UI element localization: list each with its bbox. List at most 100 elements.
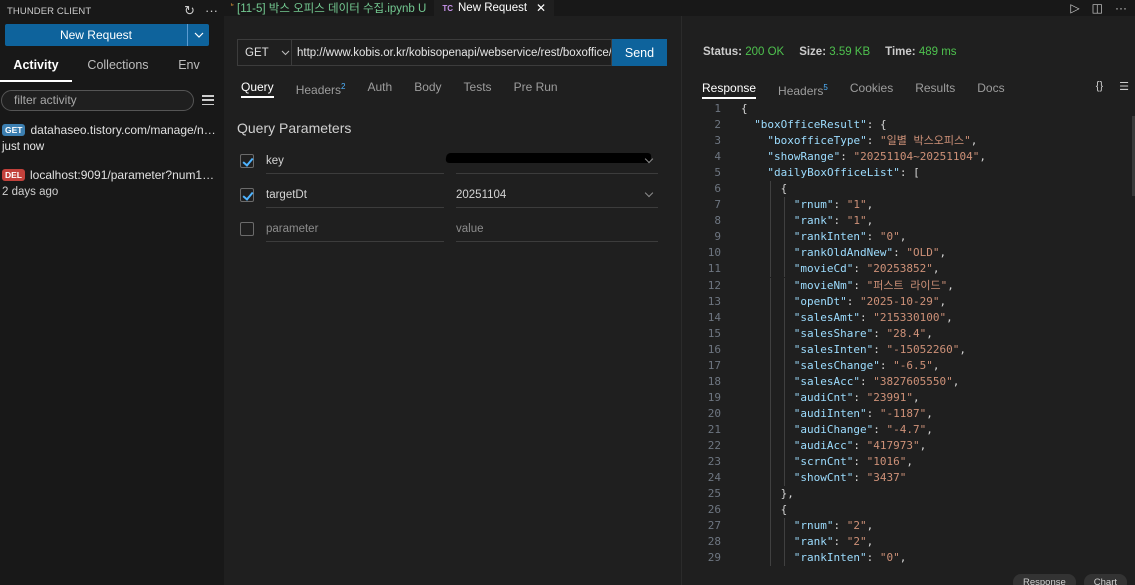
param-value-field[interactable]: 20251104 xyxy=(456,182,658,208)
sidebar-title: THUNDER CLIENT xyxy=(7,5,92,17)
indent-guide xyxy=(770,389,772,406)
response-tab-headers[interactable]: Headers5 xyxy=(778,79,828,99)
json-value: "-1187" xyxy=(879,406,927,420)
line-number: 8 xyxy=(714,214,721,228)
json-key: "movieCd" xyxy=(793,262,854,276)
activity-item[interactable]: GET datahaseo.tistory.com/manage/new... … xyxy=(0,122,224,156)
param-value-field[interactable]: value xyxy=(456,216,658,242)
method-badge-delete: DEL xyxy=(2,169,25,181)
response-body[interactable]: 1{2 "boxOfficeResult": {3 "boxofficeType":… xyxy=(682,101,1135,585)
indent-guide xyxy=(770,550,772,567)
redaction-mark xyxy=(445,153,652,163)
editor-tab-bar: ꙺ [11-5] 박스 오피스 데이터 수집.ipynb U TC New Re… xyxy=(224,0,1135,16)
json-key: "salesShare" xyxy=(793,326,874,340)
more-actions-icon[interactable]: ··· xyxy=(205,3,218,19)
indent-guide xyxy=(783,245,785,262)
status-label: Status: xyxy=(703,46,742,58)
line-number: 10 xyxy=(707,246,721,260)
param-checkbox[interactable] xyxy=(240,154,254,168)
tab-activity[interactable]: Activity xyxy=(0,52,72,82)
response-tab-docs[interactable]: Docs xyxy=(977,79,1004,99)
indent-guide xyxy=(783,389,785,406)
line-number: 25 xyxy=(707,487,721,501)
url-input[interactable] xyxy=(292,39,612,66)
indent-guide xyxy=(783,373,785,390)
request-tab-headers[interactable]: Headers2 xyxy=(296,78,346,98)
menu-icon[interactable] xyxy=(202,95,214,105)
code-text: { xyxy=(721,181,787,198)
param-checkbox[interactable] xyxy=(240,222,254,236)
activity-item[interactable]: DEL localhost:9091/parameter?num1=12... … xyxy=(0,167,224,201)
split-editor-icon[interactable]: ◫ xyxy=(1092,1,1103,15)
tab-new-request[interactable]: TC New Request ✕ xyxy=(434,0,555,16)
param-key-field[interactable]: parameter xyxy=(266,216,444,242)
code-line: 11 "movieCd": "20253852", xyxy=(682,261,1135,278)
code-text: "salesChange": "-6.5", xyxy=(721,357,940,374)
code-text: "scrnCnt": "1016", xyxy=(721,454,913,471)
menu-icon[interactable]: ☰ xyxy=(1119,80,1129,93)
response-tab-cookies[interactable]: Cookies xyxy=(850,79,893,99)
code-line: 10 "rankOldAndNew": "OLD", xyxy=(682,245,1135,262)
indent-guide xyxy=(770,229,772,246)
indent-guide xyxy=(770,534,772,551)
param-checkbox[interactable] xyxy=(240,188,254,202)
json-key: "movieNm" xyxy=(793,278,854,292)
time-item: Time: 489 ms xyxy=(885,46,956,58)
code-text: }, xyxy=(721,486,794,503)
tab-count: 5 xyxy=(823,83,828,92)
line-number: 17 xyxy=(707,358,721,372)
tab-label: Pre Run xyxy=(513,80,558,94)
code-line: 9 "rankInten": "0", xyxy=(682,229,1135,246)
param-value-field[interactable] xyxy=(445,148,658,174)
refresh-icon[interactable]: ↻ xyxy=(184,3,195,19)
indent-guide xyxy=(770,502,772,519)
request-tab-query[interactable]: Query xyxy=(241,78,274,98)
filter-activity-input[interactable] xyxy=(1,89,194,111)
line-number: 11 xyxy=(707,262,721,276)
param-key-field[interactable]: key xyxy=(266,148,444,174)
method-select[interactable]: GET xyxy=(237,39,292,66)
response-tab-response[interactable]: Response xyxy=(702,79,757,99)
size-item: Size: 3.59 KB xyxy=(799,46,870,58)
response-tab-results[interactable]: Results xyxy=(915,79,955,99)
param-key-field[interactable]: targetDt xyxy=(266,182,444,208)
code-line: 4 "showRange": "20251104~20251104", xyxy=(682,149,1135,165)
tab-notebook-file[interactable]: ꙺ [11-5] 박스 오피스 데이터 수집.ipynb U xyxy=(224,0,435,16)
send-button[interactable]: Send xyxy=(612,39,667,66)
code-line: 19 "audiCnt": "23991", xyxy=(682,389,1135,406)
tab-collections[interactable]: Collections xyxy=(72,52,164,82)
view-chart-chip[interactable]: Chart xyxy=(1083,574,1127,585)
param-row: targetDt 20251104 xyxy=(240,182,658,210)
line-number: 28 xyxy=(707,535,721,549)
sidebar-tabs: Activity Collections Env xyxy=(0,52,224,82)
json-value: "417973" xyxy=(866,438,920,452)
request-tab-body[interactable]: Body xyxy=(414,78,441,98)
request-tab-auth[interactable]: Auth xyxy=(368,78,393,98)
json-value: "1016" xyxy=(866,455,907,469)
chevron-down-icon xyxy=(281,50,290,55)
line-number: 15 xyxy=(707,326,721,340)
code-text: "audiChange": "-4.7", xyxy=(721,421,933,438)
code-line: 6{ xyxy=(682,181,1135,198)
tab-env[interactable]: Env xyxy=(164,52,214,82)
line-number: 27 xyxy=(707,519,721,533)
line-number: 3 xyxy=(714,134,721,148)
indent-guide xyxy=(770,181,772,198)
line-number: 29 xyxy=(707,551,721,565)
indent-guide xyxy=(783,534,785,551)
run-icon[interactable]: ▷ xyxy=(1070,1,1079,15)
time-value: 489 ms xyxy=(918,46,957,58)
new-request-dropdown[interactable] xyxy=(187,24,209,46)
response-panel: Status: 200 OK Size: 3.59 KB Time: 489 m… xyxy=(682,16,1135,585)
json-key: "boxofficeType" xyxy=(767,134,867,148)
more-actions-icon[interactable]: ··· xyxy=(1115,1,1127,15)
json-key: "dailyBoxOfficeList" xyxy=(767,166,900,180)
activity-time: just now xyxy=(2,141,45,153)
format-braces-icon[interactable]: {} xyxy=(1096,80,1103,93)
indent-guide xyxy=(770,518,772,535)
view-response-chip[interactable]: Response xyxy=(1012,574,1076,585)
request-tab-tests[interactable]: Tests xyxy=(464,78,492,98)
request-tab-pre-run[interactable]: Pre Run xyxy=(514,78,558,98)
close-icon[interactable]: ✕ xyxy=(536,1,546,15)
new-request-button[interactable]: New Request xyxy=(5,24,209,46)
